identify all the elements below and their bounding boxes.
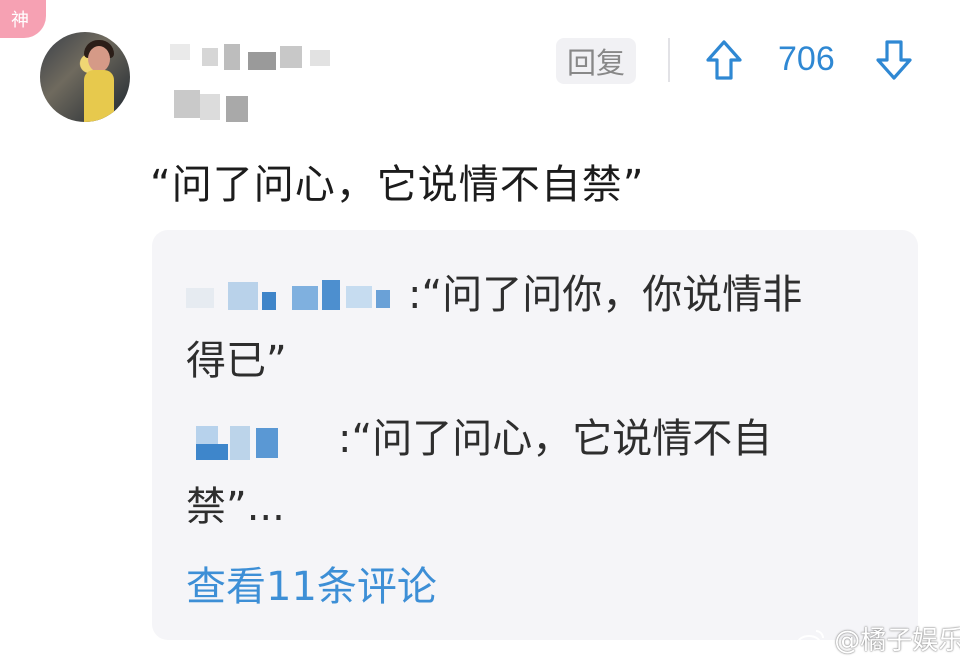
view-more-comments-link[interactable]: 查看11条评论 <box>186 554 437 612</box>
arrow-up-icon[interactable] <box>704 38 744 82</box>
avatar[interactable] <box>40 32 130 122</box>
reply-2-text-line1: :“问了问心，它说情不自 <box>338 416 773 462</box>
vote-count: 706 <box>778 40 835 78</box>
god-comment-badge: 神 <box>0 0 46 38</box>
watermark: @橘子娱乐 <box>796 620 960 657</box>
watermark-handle: @橘子娱乐 <box>834 626 960 656</box>
weibo-icon <box>797 630 824 651</box>
avatar-figure <box>84 70 114 122</box>
username-mosaic[interactable] <box>170 44 370 134</box>
reply-1-text-line2: 得已” <box>186 338 287 384</box>
reply-2-text-line2: 禁”... <box>186 484 285 530</box>
action-divider <box>668 38 670 82</box>
comment-text: “问了问心，它说情不自禁” <box>150 162 645 208</box>
reply-button[interactable]: 回复 <box>556 38 636 84</box>
avatar-face <box>88 46 110 72</box>
arrow-down-icon[interactable] <box>874 38 914 82</box>
reply-1-text-line1: :“问了问你，你说情非 <box>408 272 803 318</box>
